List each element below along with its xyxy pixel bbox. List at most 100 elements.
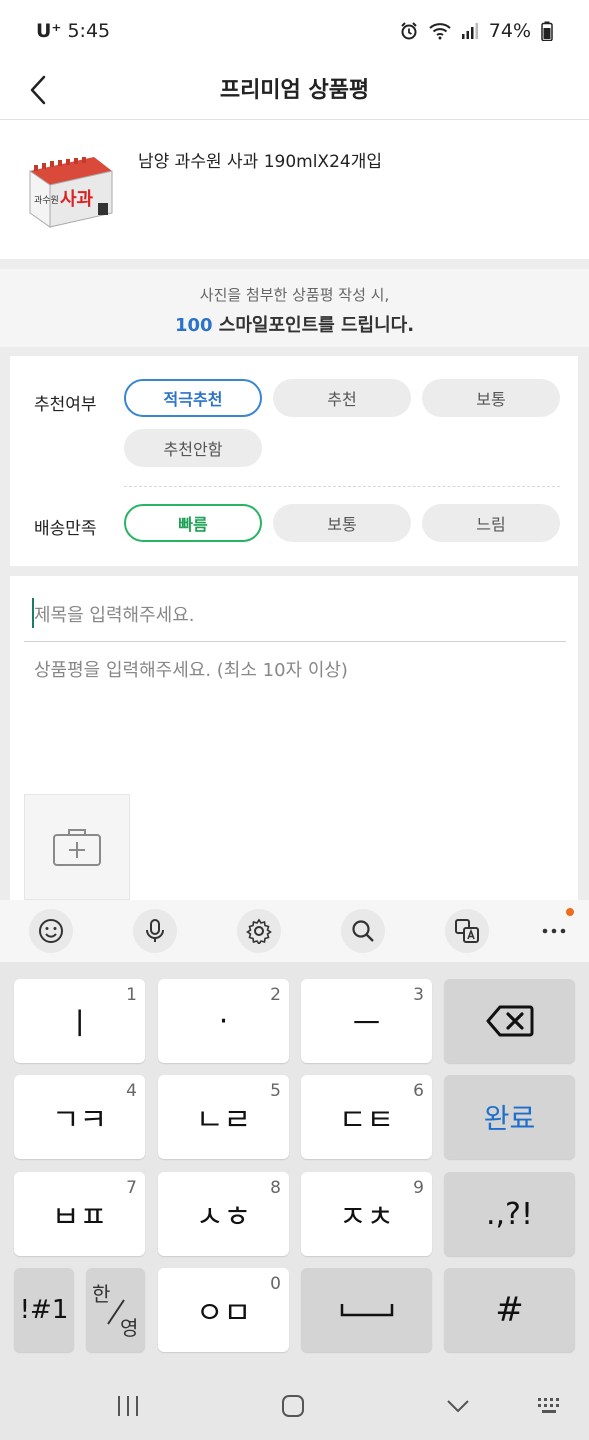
keyboard-search-button[interactable] bbox=[341, 909, 385, 953]
key-bieup-pieup[interactable]: 7 ㅂㅍ bbox=[14, 1172, 145, 1256]
chip-delivery-normal[interactable]: 보통 bbox=[273, 504, 411, 542]
done-key[interactable]: 완료 bbox=[444, 1075, 575, 1159]
signal-icon bbox=[461, 23, 478, 39]
key-number: 4 bbox=[126, 1081, 137, 1101]
key-number: 5 bbox=[270, 1081, 281, 1101]
eng-label: 영 bbox=[120, 1316, 139, 1340]
key-label: · bbox=[218, 1003, 229, 1039]
key-number: 7 bbox=[126, 1178, 137, 1198]
backspace-icon bbox=[486, 1005, 533, 1037]
voice-input-button[interactable] bbox=[133, 909, 177, 953]
key-ieung-mieum[interactable]: 0 ㅇㅁ bbox=[158, 1268, 289, 1352]
product-name[interactable]: 남양 과수원 사과 190mlX24개입 bbox=[138, 147, 382, 172]
key-label: 완료 bbox=[483, 1102, 536, 1135]
notification-dot bbox=[566, 908, 574, 916]
key-number: 2 bbox=[270, 985, 281, 1005]
home-button[interactable] bbox=[273, 1386, 313, 1426]
battery-percent: 74% bbox=[488, 20, 531, 42]
key-jieut-chieut[interactable]: 9 ㅈㅊ bbox=[301, 1172, 432, 1256]
key-siot-hieut[interactable]: 8 ㅅㅎ bbox=[158, 1172, 289, 1256]
rating-divider bbox=[124, 486, 560, 487]
space-key[interactable] bbox=[301, 1268, 432, 1352]
svg-text:과수원: 과수원 bbox=[34, 195, 59, 206]
chip-delivery-slow[interactable]: 느림 bbox=[422, 504, 560, 542]
emoji-button[interactable] bbox=[29, 909, 73, 953]
chip-delivery-fast[interactable]: 빠름 bbox=[124, 504, 262, 542]
system-nav-bar bbox=[0, 1362, 589, 1440]
key-label: .,?! bbox=[485, 1196, 534, 1232]
status-right: 74% bbox=[399, 20, 553, 42]
chevron-down-icon bbox=[447, 1400, 469, 1413]
backspace-key[interactable] bbox=[444, 979, 575, 1063]
notice-line-2-text: 스마일포인트를 드립니다. bbox=[212, 315, 415, 336]
delivery-label: 배송만족 bbox=[34, 519, 97, 539]
hash-key[interactable]: # bbox=[444, 1268, 575, 1352]
notice-points: 100 bbox=[174, 315, 213, 336]
battery-icon bbox=[541, 21, 553, 41]
key-label: ㅣ bbox=[65, 1007, 94, 1042]
recent-apps-button[interactable] bbox=[108, 1386, 148, 1426]
review-body-input[interactable] bbox=[24, 646, 566, 786]
status-time: 5:45 bbox=[67, 20, 111, 42]
wifi-icon bbox=[429, 23, 451, 40]
chip-neutral[interactable]: 보통 bbox=[422, 379, 560, 417]
svg-text:사과: 사과 bbox=[60, 189, 94, 210]
key-number: 9 bbox=[413, 1178, 424, 1198]
notice-line-1: 사진을 첨부한 상품평 작성 시, bbox=[199, 286, 390, 304]
page-title: 프리미엄 상품평 bbox=[219, 78, 370, 103]
search-icon bbox=[352, 920, 374, 942]
key-eu[interactable]: 3ㅡ bbox=[301, 979, 432, 1063]
review-title-input[interactable] bbox=[24, 590, 566, 642]
translate-icon bbox=[455, 919, 479, 943]
key-label: ㅇㅁ bbox=[195, 1296, 252, 1331]
recommend-label: 추천여부 bbox=[34, 395, 97, 415]
keyboard-switch-button[interactable] bbox=[530, 1386, 570, 1426]
status-bar: U⁺ 5:45 74% bbox=[0, 0, 589, 62]
hide-keyboard-button[interactable] bbox=[438, 1386, 478, 1426]
text-cursor bbox=[32, 598, 34, 628]
settings-icon bbox=[246, 918, 272, 944]
keyboard-settings-button[interactable] bbox=[237, 909, 281, 953]
key-nieun-rieul[interactable]: 5 ㄴㄹ bbox=[158, 1075, 289, 1159]
key-number: 6 bbox=[413, 1081, 424, 1101]
punctuation-key[interactable]: .,?! bbox=[444, 1172, 575, 1256]
add-photo-icon bbox=[53, 829, 101, 866]
chip-strongly-recommend[interactable]: 적극추천 bbox=[124, 379, 262, 417]
key-label: # bbox=[495, 1290, 524, 1330]
key-digeut-tieut[interactable]: 6 ㄷㅌ bbox=[301, 1075, 432, 1159]
language-switch-key[interactable]: 한 영 bbox=[86, 1268, 145, 1352]
korean-keyboard: 1ㅣ 2 · 3ㅡ 4 ㄱㅋ 5 ㄴㄹ 6 ㄷㅌ 완료 7 ㅂㅍ 8 ㅅㅎ 9 ㅈㅊ .,?!… bbox=[0, 962, 589, 1362]
carrier-label: U⁺ bbox=[36, 20, 62, 42]
app-header: 프리미엄 상품평 bbox=[0, 62, 589, 120]
product-image: 과수원 사과 bbox=[24, 153, 116, 229]
key-number: 3 bbox=[413, 985, 424, 1005]
notice-line-2: 100 스마일포인트를 드립니다. bbox=[0, 311, 589, 337]
recent-apps-icon bbox=[118, 1396, 138, 1416]
key-label: ㄷㅌ bbox=[338, 1103, 395, 1138]
key-label: ㄴㄹ bbox=[195, 1103, 252, 1138]
key-number: 1 bbox=[126, 985, 137, 1005]
add-photo-button[interactable] bbox=[24, 794, 130, 900]
key-giyeok-kieuk[interactable]: 4 ㄱㅋ bbox=[14, 1075, 145, 1159]
smile-point-notice: 사진을 첨부한 상품평 작성 시, 100 스마일포인트를 드립니다. bbox=[0, 269, 589, 347]
chip-recommend[interactable]: 추천 bbox=[273, 379, 411, 417]
alarm-icon bbox=[401, 22, 417, 40]
home-icon bbox=[282, 1395, 304, 1417]
key-number: 0 bbox=[270, 1274, 281, 1294]
symbols-key[interactable]: !#1 bbox=[14, 1268, 74, 1352]
keyboard-toolbar bbox=[0, 900, 589, 962]
key-label: ㄱㅋ bbox=[51, 1103, 108, 1138]
key-label: ㅂㅍ bbox=[51, 1200, 108, 1235]
chip-not-recommend[interactable]: 추천안함 bbox=[124, 429, 262, 467]
key-label: ㅡ bbox=[352, 1007, 381, 1042]
key-dot[interactable]: 2 · bbox=[158, 979, 289, 1063]
status-left: U⁺ 5:45 bbox=[36, 20, 110, 42]
key-label: !#1 bbox=[19, 1295, 69, 1325]
translate-button[interactable] bbox=[445, 909, 489, 953]
space-icon bbox=[340, 1304, 393, 1317]
rating-card: 추천여부 적극추천 추천 보통 추천안함 배송만족 빠름 보통 느림 bbox=[10, 356, 578, 566]
key-label: ㅈㅊ bbox=[338, 1200, 395, 1235]
microphone-icon bbox=[146, 919, 164, 942]
emoji-icon bbox=[39, 919, 63, 943]
key-i[interactable]: 1ㅣ bbox=[14, 979, 145, 1063]
